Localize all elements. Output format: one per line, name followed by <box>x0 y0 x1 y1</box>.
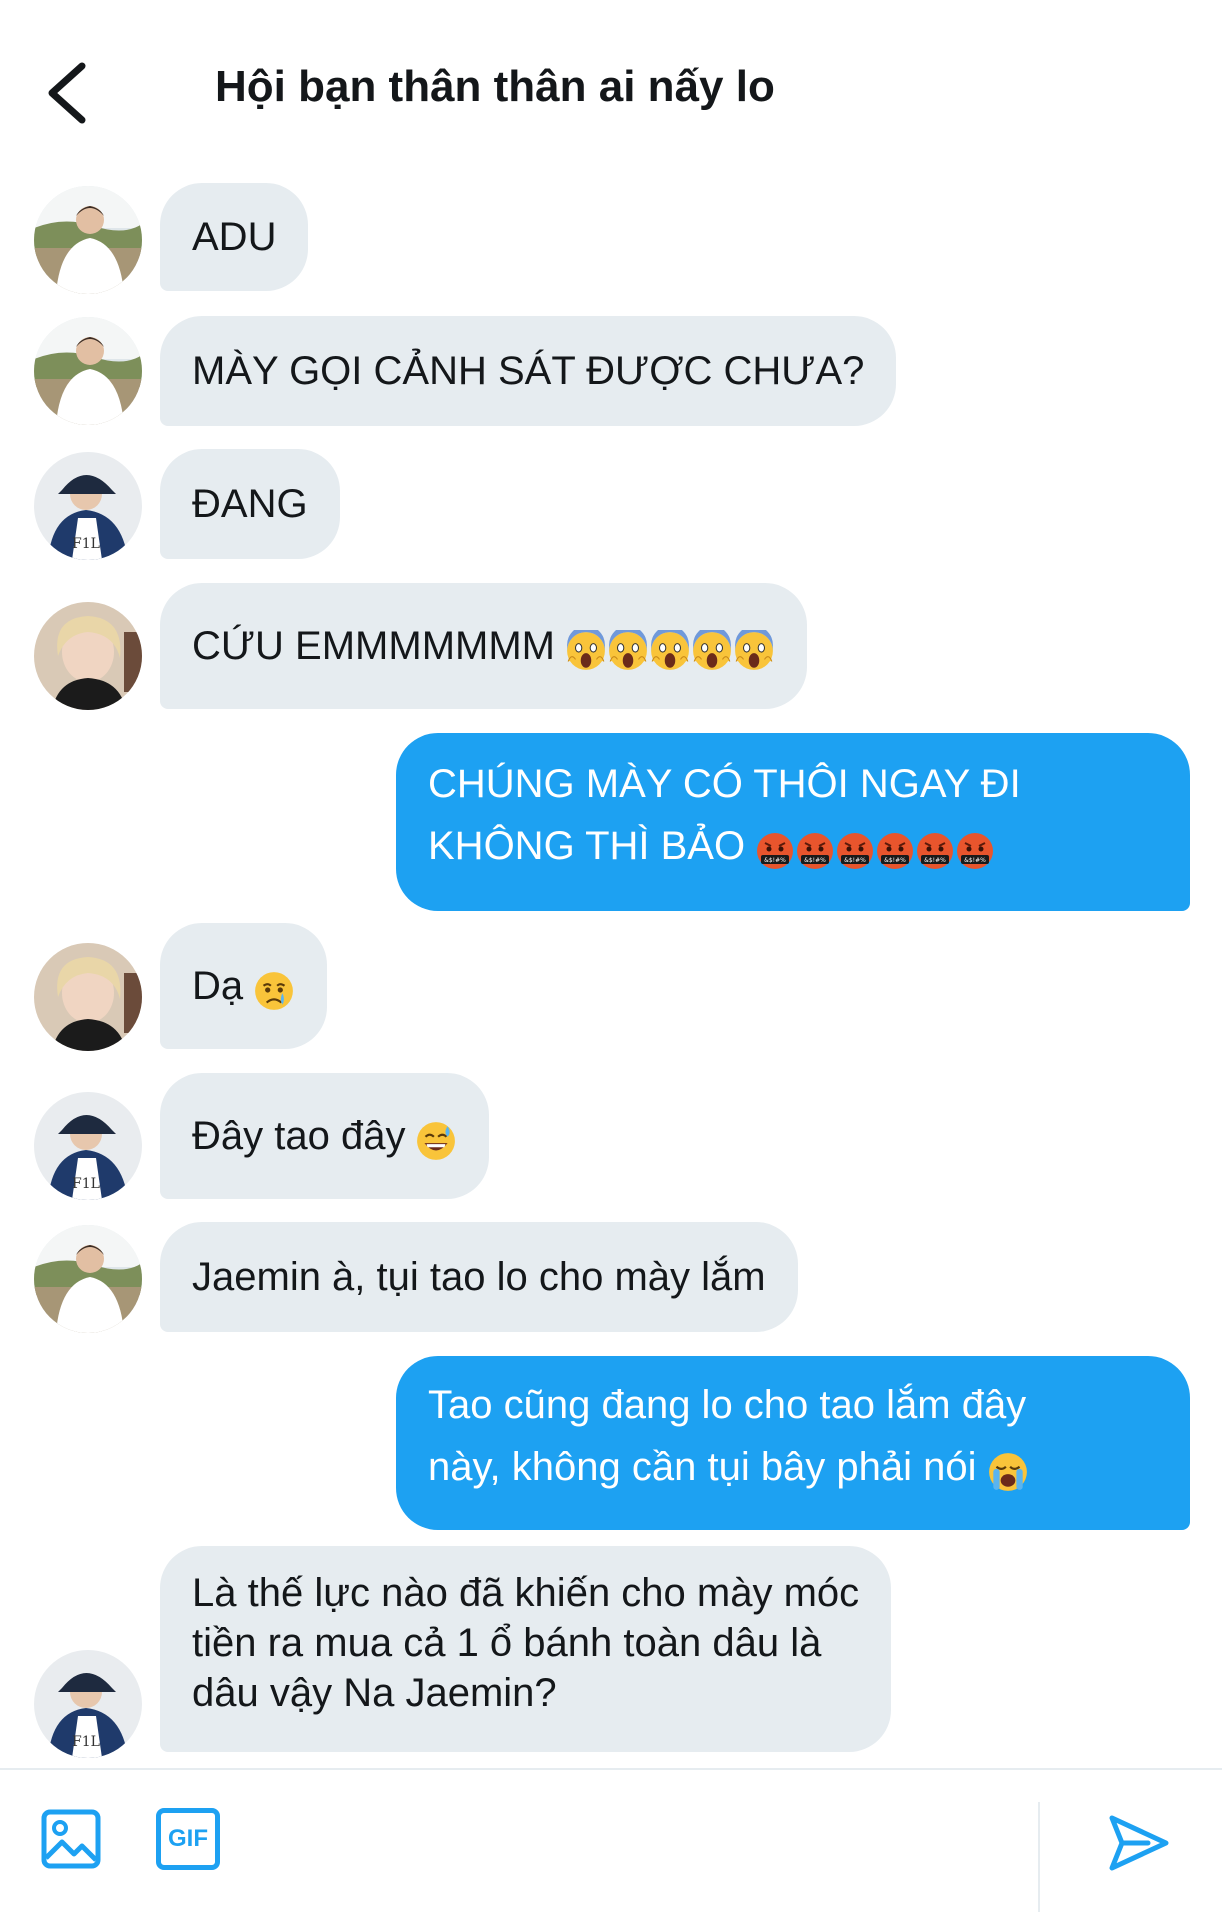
back-button[interactable] <box>40 58 100 128</box>
screaming-face-icon <box>607 630 649 672</box>
message-text: Tao cũng đang lo cho tao lắm đây <box>428 1383 1027 1427</box>
avatar[interactable] <box>34 452 142 560</box>
avatar[interactable] <box>34 1225 142 1333</box>
avatar[interactable] <box>34 186 142 294</box>
emoji-group <box>565 617 775 679</box>
cursing-face-icon <box>875 831 915 871</box>
message-bubble[interactable]: Đây tao đây <box>160 1073 490 1199</box>
add-image-button[interactable] <box>40 1808 102 1875</box>
emoji-group <box>755 817 995 879</box>
avatar[interactable] <box>34 602 142 710</box>
avatar[interactable] <box>34 1092 142 1200</box>
message-bubble-outgoing[interactable]: Tao cũng đang lo cho tao lắm đây này, kh… <box>396 1356 1190 1530</box>
message-text: này, không cần tụi bây phải nói <box>428 1445 977 1489</box>
message-bubble[interactable]: Dạ <box>160 923 328 1049</box>
message-bubble[interactable]: ĐANG <box>160 449 340 559</box>
cursing-face-icon <box>915 831 955 871</box>
message-bubble[interactable]: Là thế lực nào đã khiến cho mày móc tiền… <box>160 1546 892 1752</box>
cursing-face-icon <box>795 831 835 871</box>
message-text: Dạ <box>192 964 244 1008</box>
gif-button[interactable]: GIF <box>156 1808 220 1870</box>
message-text: tiền ra mua cả 1 ổ bánh toàn dâu là <box>192 1621 822 1665</box>
message-text: CỨU EMMMMMMM <box>192 624 555 668</box>
send-icon <box>1109 1815 1169 1871</box>
composer-divider <box>1038 1802 1040 1912</box>
avatar[interactable] <box>34 317 142 425</box>
message-bubble[interactable]: ADU <box>160 183 309 291</box>
grinning-sweat-face-icon <box>415 1120 457 1162</box>
conversation-title: Hội bạn thân thân ai nấy lo <box>215 62 775 111</box>
image-icon <box>41 1809 101 1869</box>
avatar[interactable] <box>34 1650 142 1758</box>
message-text: Đây tao đây <box>192 1114 406 1158</box>
emoji-group <box>415 1107 457 1169</box>
cursing-face-icon <box>755 831 795 871</box>
crying-face-icon <box>253 970 295 1012</box>
message-text: Jaemin à, tụi tao lo cho mày lắm <box>192 1255 766 1299</box>
message-text: dâu vậy Na Jaemin? <box>192 1671 557 1715</box>
send-button[interactable] <box>1108 1812 1170 1879</box>
cursing-face-icon <box>955 831 995 871</box>
message-bubble[interactable]: Jaemin à, tụi tao lo cho mày lắm <box>160 1222 798 1332</box>
message-text: ĐANG <box>192 482 308 526</box>
chat-header: Hội bạn thân thân ai nấy lo <box>0 0 1222 170</box>
loudly-crying-face-icon <box>987 1451 1029 1493</box>
screaming-face-icon <box>691 630 733 672</box>
message-text: MÀY GỌI CẢNH SÁT ĐƯỢC CHƯA? <box>192 349 865 393</box>
cursing-face-icon <box>835 831 875 871</box>
message-composer: GIF <box>0 1768 1222 1922</box>
emoji-group <box>987 1438 1029 1500</box>
message-text: ADU <box>192 215 277 259</box>
emoji-group <box>253 957 295 1019</box>
message-text: CHÚNG MÀY CÓ THÔI NGAY ĐI <box>428 762 1021 806</box>
message-text: Là thế lực nào đã khiến cho mày móc <box>192 1571 860 1615</box>
chevron-left-icon <box>48 62 86 124</box>
screaming-face-icon <box>733 630 775 672</box>
message-bubble[interactable]: CỨU EMMMMMMM <box>160 583 807 709</box>
screaming-face-icon <box>565 630 607 672</box>
message-bubble[interactable]: MÀY GỌI CẢNH SÁT ĐƯỢC CHƯA? <box>160 316 897 426</box>
message-bubble-outgoing[interactable]: CHÚNG MÀY CÓ THÔI NGAY ĐI KHÔNG THÌ BẢO <box>396 733 1190 911</box>
message-text: KHÔNG THÌ BẢO <box>428 824 746 868</box>
avatar[interactable] <box>34 943 142 1051</box>
screaming-face-icon <box>649 630 691 672</box>
